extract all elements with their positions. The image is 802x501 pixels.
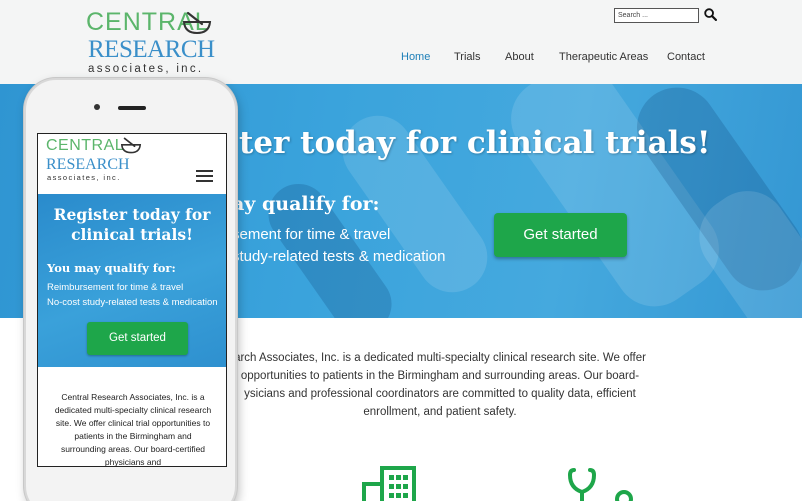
mortar-pestle-icon <box>120 137 142 154</box>
nav-therapeutic-areas[interactable]: Therapeutic Areas <box>559 51 648 64</box>
mobile-hero-subtitle: You may qualify for: <box>47 261 176 275</box>
nav-trials[interactable]: Trials <box>454 51 480 64</box>
mobile-intro-paragraph: Central Research Associates, Inc. is a d… <box>54 392 212 467</box>
hero-bullet-no-cost: study-related tests & medication <box>232 248 446 265</box>
stethoscope-icon <box>567 468 633 501</box>
intro-line: arch Associates, Inc. is a dedicated mul… <box>234 352 646 364</box>
nav-about[interactable]: About <box>505 51 534 64</box>
mobile-logo-line-associates: associates, inc. <box>47 173 121 182</box>
nav-home[interactable]: Home <box>401 51 430 64</box>
mobile-logo-line-research: RESEARCH <box>46 156 130 173</box>
search-input[interactable]: Search ... <box>614 8 699 23</box>
phone-speaker <box>118 106 146 110</box>
hero-subtitle: ay qualify for: <box>232 193 380 215</box>
intro-line: ysicians and professional coordinators a… <box>244 388 636 400</box>
hamburger-menu-icon[interactable] <box>196 170 213 182</box>
intro-line: enrollment, and patient safety. <box>363 406 517 418</box>
site-header: CENTRAL RESEARCH associates, inc. Search… <box>0 0 802 84</box>
mobile-hero-title: Register today for clinical trials! <box>53 205 211 244</box>
mobile-logo-line-central: CENTRAL <box>46 137 125 154</box>
mobile-hero-bullet-reimbursement: Reimbursement for time & travel <box>47 282 184 293</box>
mortar-pestle-icon <box>182 11 212 35</box>
intro-line: opportunities to patients in the Birming… <box>240 370 640 382</box>
page: CENTRAL RESEARCH associates, inc. Search… <box>0 0 802 501</box>
phone-camera <box>94 104 100 110</box>
phone-mockup: CENTRAL RESEARCH associates, inc. Regist… <box>24 78 237 501</box>
mobile-hero-bullet-no-cost: No-cost study-related tests & medication <box>47 297 218 308</box>
logo-line-associates: associates, inc. <box>88 63 204 75</box>
intro-paragraph: arch Associates, Inc. is a dedicated mul… <box>230 349 650 421</box>
get-started-button[interactable]: Get started <box>494 213 627 257</box>
logo-line-research: RESEARCH <box>88 36 215 63</box>
mobile-header: CENTRAL RESEARCH associates, inc. <box>38 134 226 194</box>
mobile-get-started-button[interactable]: Get started <box>87 322 188 355</box>
search-icon[interactable] <box>704 8 717 21</box>
mobile-hero-banner: Register today for clinical trials! You … <box>38 194 226 367</box>
logo[interactable]: CENTRAL RESEARCH associates, inc. <box>86 8 216 75</box>
phone-screen: CENTRAL RESEARCH associates, inc. Regist… <box>37 133 227 467</box>
hero-title: ter today for clinical trials! <box>239 125 711 161</box>
hero-bullet-reimbursement: sement for time & travel <box>232 226 391 243</box>
building-icon <box>362 466 416 501</box>
nav-contact[interactable]: Contact <box>667 51 705 64</box>
